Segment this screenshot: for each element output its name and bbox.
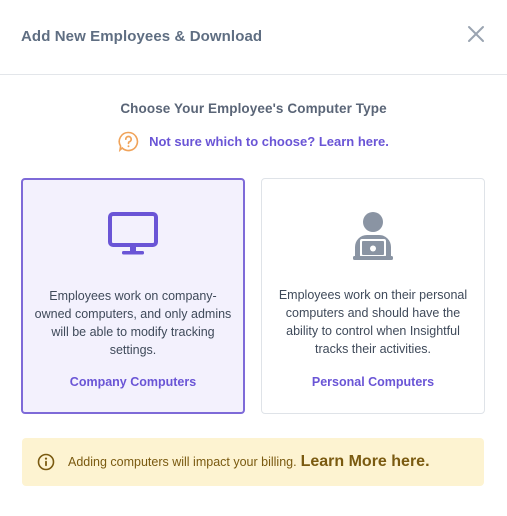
modal-header: Add New Employees & Download [0,0,507,75]
question-icon [118,131,139,152]
learn-computer-type-link[interactable]: Not sure which to choose? Learn here. [149,134,389,149]
user-laptop-icon [353,212,393,260]
billing-notice-text: Adding computers will impact your billin… [68,455,297,469]
help-row: Not sure which to choose? Learn here. [0,131,507,152]
close-button[interactable] [466,24,486,44]
add-employees-modal: Add New Employees & Download Choose Your… [0,0,507,516]
company-computers-card[interactable]: Employees work on company-owned computer… [21,178,245,414]
personal-computers-description: Employees work on their personal compute… [278,288,468,356]
monitor-icon [108,212,158,255]
billing-notice: Adding computers will impact your billin… [22,438,484,486]
company-computers-label: Company Computers [69,375,197,389]
info-icon [37,453,55,471]
computer-type-heading: Choose Your Employee's Computer Type [120,101,387,116]
personal-computers-card[interactable]: Employees work on their personal compute… [261,178,485,414]
close-icon [468,26,484,42]
company-computers-description: Employees work on company-owned computer… [34,289,232,357]
personal-computers-label: Personal Computers [311,375,435,389]
billing-learn-more-link[interactable]: Learn More here. [301,453,430,471]
modal-title: Add New Employees & Download [21,28,263,45]
